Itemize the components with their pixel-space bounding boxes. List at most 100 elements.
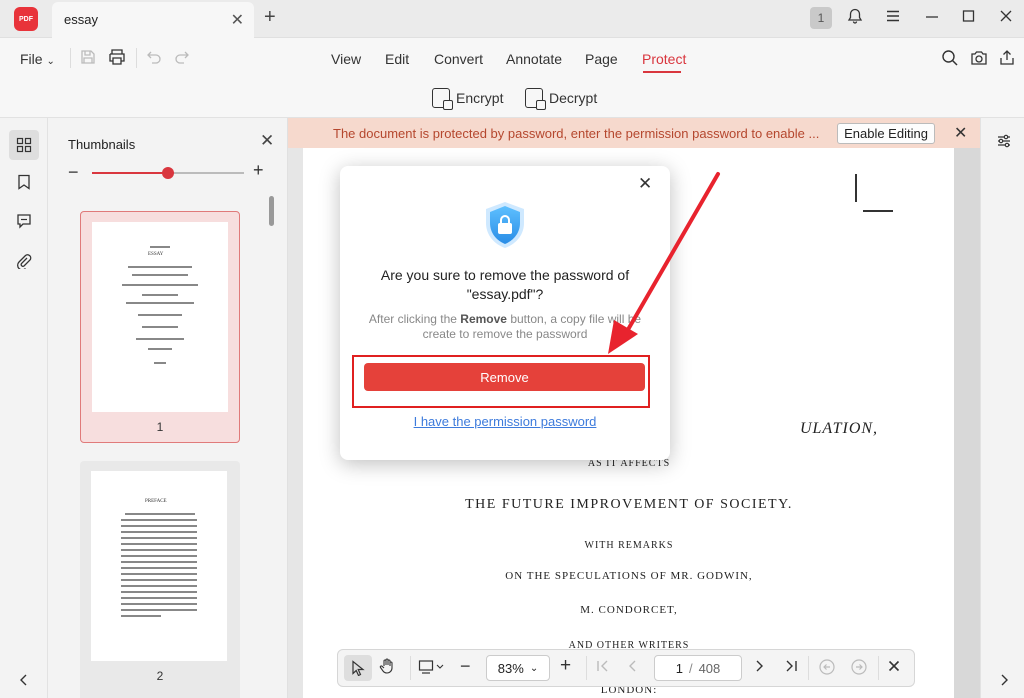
- bell-icon[interactable]: [847, 8, 863, 28]
- page-view-mode-icon[interactable]: [418, 659, 444, 679]
- protection-notification: The document is protected by password, e…: [288, 118, 980, 148]
- tab-edit[interactable]: Edit: [385, 51, 409, 67]
- maximize-icon[interactable]: [962, 8, 976, 28]
- zoom-out-button[interactable]: −: [460, 656, 471, 677]
- permission-password-link[interactable]: I have the permission password: [365, 414, 645, 429]
- next-page-icon[interactable]: [754, 659, 764, 677]
- document-scrollbar[interactable]: [954, 148, 980, 698]
- properties-settings-icon[interactable]: [996, 133, 1012, 152]
- annotation-arrow-icon: [600, 170, 730, 363]
- thumbnails-close-icon[interactable]: ✕: [260, 131, 274, 151]
- bookmark-icon[interactable]: [12, 170, 36, 194]
- app-logo: PDF: [14, 7, 38, 31]
- hand-tool-icon[interactable]: [378, 657, 396, 679]
- encrypt-button[interactable]: Encrypt: [432, 88, 504, 110]
- comment-icon[interactable]: [12, 209, 36, 233]
- zoom-value: 83%: [497, 660, 524, 676]
- file-menu[interactable]: File ⌄: [20, 51, 55, 67]
- thumbnail-page[interactable]: PREFACE 2: [80, 461, 240, 698]
- app-window: PDF essay ✕ + 1 File ⌄ View Edit Convert…: [0, 0, 1024, 698]
- thumb-zoom-in-button[interactable]: +: [253, 160, 264, 181]
- divider: [410, 656, 411, 680]
- collapse-right-icon[interactable]: [999, 673, 1009, 690]
- camera-icon[interactable]: [970, 49, 988, 70]
- thumbnails-title: Thumbnails: [68, 137, 136, 152]
- redo-icon[interactable]: [174, 49, 190, 68]
- divider: [586, 656, 587, 680]
- thumbnail-heading: ESSAY: [148, 252, 164, 257]
- unlock-file-icon: [525, 88, 546, 110]
- tab-annotate[interactable]: Annotate: [506, 51, 562, 67]
- share-icon[interactable]: [998, 49, 1016, 70]
- current-page: 1: [675, 660, 683, 676]
- thumb-zoom-out-button[interactable]: −: [68, 162, 79, 183]
- tab-view[interactable]: View: [331, 51, 361, 67]
- attachment-icon[interactable]: [12, 249, 36, 273]
- thumbnails-panel: Thumbnails ✕ − + ESSAY 1 PREFACE 2: [48, 118, 288, 698]
- chevron-down-icon: ⌄: [46, 56, 55, 67]
- tab-title: essay: [64, 12, 98, 27]
- thumb-zoom-slider-fill: [92, 172, 168, 174]
- chevron-down-icon: ⌄: [529, 662, 539, 674]
- print-icon[interactable]: [108, 49, 126, 68]
- previous-page-icon[interactable]: [628, 659, 638, 677]
- thumbnail-image: PREFACE: [91, 471, 227, 661]
- dialog-desc-bold: Remove: [460, 312, 507, 326]
- tab-convert[interactable]: Convert: [434, 51, 483, 67]
- minimize-icon[interactable]: [925, 8, 939, 28]
- tab-close-icon[interactable]: ✕: [231, 10, 244, 30]
- zoom-in-button[interactable]: +: [560, 655, 571, 677]
- protect-ribbon: Encrypt Decrypt: [0, 80, 1024, 118]
- thumbnail-page[interactable]: ESSAY 1: [80, 211, 240, 443]
- total-pages: 408: [698, 660, 721, 676]
- last-page-icon[interactable]: [784, 659, 798, 677]
- new-tab-button[interactable]: +: [264, 6, 276, 29]
- decrypt-label: Decrypt: [549, 90, 598, 106]
- divider: [808, 656, 809, 680]
- undo-icon[interactable]: [146, 49, 162, 68]
- left-rail: [0, 118, 48, 698]
- file-menu-label: File: [20, 51, 43, 67]
- hamburger-icon[interactable]: [885, 8, 901, 28]
- notification-text: The document is protected by password, e…: [333, 126, 820, 141]
- shield-lock-icon: [482, 200, 528, 253]
- search-icon[interactable]: [941, 49, 959, 70]
- notification-count-badge[interactable]: 1: [810, 7, 832, 29]
- enable-editing-button[interactable]: Enable Editing: [837, 123, 935, 144]
- encrypt-label: Encrypt: [456, 90, 504, 106]
- save-icon[interactable]: [80, 49, 96, 68]
- thumbnail-page-number: 2: [156, 669, 164, 683]
- lock-file-icon: [432, 88, 453, 110]
- collapse-left-icon[interactable]: [12, 668, 36, 692]
- right-rail: [980, 118, 1024, 698]
- close-icon[interactable]: [999, 8, 1013, 28]
- first-page-icon[interactable]: [596, 659, 610, 677]
- thumb-zoom-slider-handle[interactable]: [162, 167, 174, 179]
- tab-page[interactable]: Page: [585, 51, 618, 67]
- page-number-input[interactable]: 1 / 408: [654, 655, 742, 681]
- tab-protect[interactable]: Protect: [642, 51, 686, 67]
- thumbnail-heading: PREFACE: [145, 499, 167, 504]
- thumbnail-image: ESSAY: [92, 222, 228, 412]
- active-tab-indicator: [643, 71, 681, 73]
- document-tab[interactable]: essay ✕: [52, 2, 254, 38]
- thumbnails-scrollbar[interactable]: [269, 196, 274, 226]
- divider: [878, 656, 879, 680]
- close-toolbar-icon[interactable]: [888, 659, 900, 676]
- document-text: M. CONDORCET,: [580, 604, 678, 616]
- back-view-icon[interactable]: [818, 658, 836, 680]
- zoom-select[interactable]: 83% ⌄: [486, 655, 550, 681]
- crop-mark: [863, 210, 893, 212]
- page-separator: /: [688, 660, 693, 676]
- dialog-desc-prefix: After clicking the: [368, 312, 461, 326]
- crop-mark: [855, 174, 857, 202]
- divider: [136, 48, 137, 68]
- bottom-toolbar: − 83% ⌄ + 1 / 408: [337, 649, 915, 687]
- document-text: WITH REMARKS: [584, 540, 674, 551]
- forward-view-icon[interactable]: [850, 658, 868, 680]
- document-text: ON THE SPECULATIONS OF MR. GODWIN,: [505, 570, 753, 582]
- select-pointer-button[interactable]: [344, 655, 372, 681]
- decrypt-button[interactable]: Decrypt: [525, 88, 598, 110]
- thumbnails-icon[interactable]: [9, 130, 39, 160]
- notification-close-icon[interactable]: ✕: [954, 123, 967, 143]
